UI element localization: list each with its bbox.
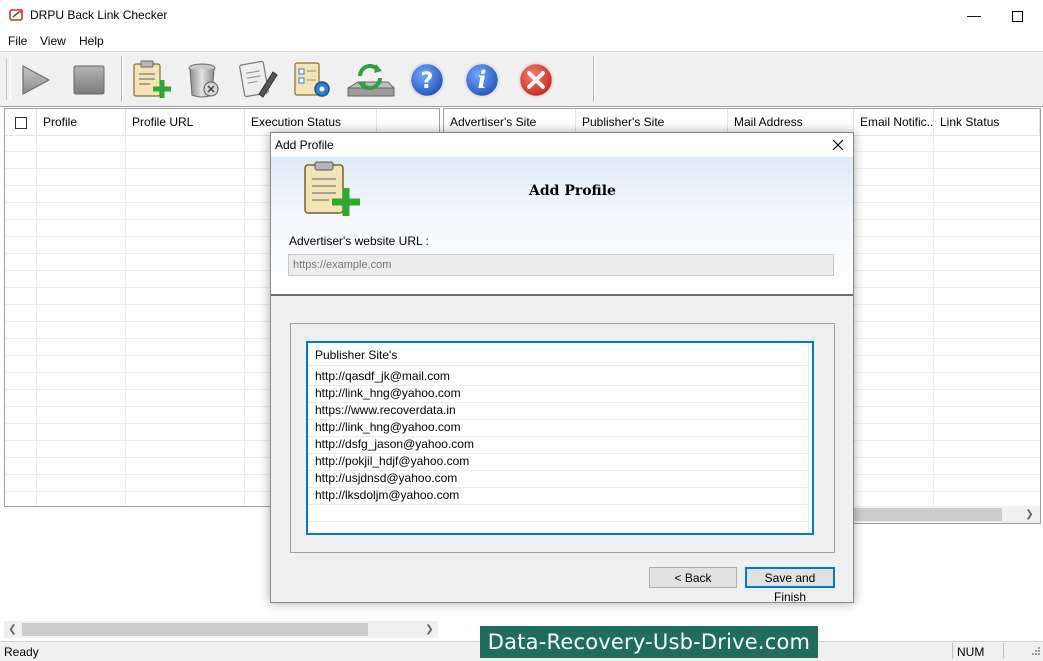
delete-profile-icon [188, 63, 219, 98]
exit-button[interactable] [514, 58, 560, 102]
back-button[interactable]: < Back [649, 567, 737, 588]
num-lock-label: NUM [957, 645, 985, 659]
grid-line [933, 135, 934, 506]
list-item-empty[interactable] [308, 505, 808, 522]
advertiser-url-input[interactable] [288, 254, 834, 276]
col-link-status[interactable]: Link Status [934, 109, 1040, 135]
help-icon: ? [408, 61, 446, 99]
scrollbar-thumb[interactable] [22, 623, 368, 636]
delete-profile-button[interactable] [181, 58, 227, 102]
help-button[interactable]: ? [405, 58, 451, 102]
dialog-title-bar: Add Profile [271, 133, 853, 157]
toolbar-grip [6, 58, 11, 100]
list-item[interactable]: http://usjdnsd@yahoo.com [308, 471, 808, 488]
minimize-button[interactable]: — [951, 0, 997, 31]
toolbar-separator [121, 56, 123, 102]
info-icon: i [463, 61, 501, 99]
list-item[interactable]: http://lksdoljm@yahoo.com [308, 488, 808, 505]
add-profile-icon [304, 161, 360, 216]
title-bar: DRPU Back Link Checker — [0, 0, 1043, 31]
watermark-banner: Data-Recovery-Usb-Drive.com [480, 626, 818, 658]
left-horizontal-scrollbar[interactable]: ❮ ❯ [4, 621, 438, 638]
edit-profile-button[interactable] [235, 58, 281, 102]
svg-text:?: ? [421, 69, 434, 94]
settings-icon [294, 62, 330, 97]
select-all-checkbox[interactable] [15, 116, 27, 129]
settings-button[interactable] [289, 58, 335, 102]
maximize-button[interactable] [994, 0, 1040, 31]
grid-line [125, 135, 126, 506]
col-profile[interactable]: Profile [37, 109, 126, 135]
url-label: Advertiser's website URL : [289, 234, 429, 248]
grid-line [808, 343, 809, 533]
save-and-finish-button[interactable]: Save and Finish [745, 567, 835, 604]
grid-line [36, 135, 37, 506]
scroll-right-icon[interactable]: ❯ [1021, 506, 1038, 523]
info-button[interactable]: i [460, 58, 506, 102]
dialog-heading: Add Profile [529, 183, 616, 199]
close-icon[interactable] [832, 139, 844, 151]
menu-bar: File View Help [0, 31, 1043, 51]
publisher-group-box: Publisher Site's http://qasdf_jk@mail.co… [290, 323, 835, 553]
publisher-rows: http://qasdf_jk@mail.com http://link_hng… [308, 369, 808, 522]
publisher-column-header[interactable]: Publisher Site's [315, 348, 397, 362]
maximize-icon [1011, 10, 1023, 22]
refresh-icon [347, 64, 395, 97]
num-lock-indicator: NUM [952, 643, 1004, 659]
svg-text:i: i [477, 65, 486, 94]
app-icon [9, 9, 23, 21]
publisher-list-header: Publisher Site's [308, 343, 808, 366]
add-profile-button[interactable] [128, 58, 174, 102]
list-item[interactable]: http://qasdf_jk@mail.com [308, 369, 808, 386]
edit-profile-icon [239, 60, 278, 98]
dialog-title: Add Profile [275, 138, 334, 152]
add-profile-icon [133, 60, 171, 98]
select-all-header [5, 109, 37, 135]
list-item[interactable]: http://pokjil_hdjf@yahoo.com [308, 454, 808, 471]
list-item[interactable]: http://dsfg_jason@yahoo.com [308, 437, 808, 454]
menu-view[interactable]: View [40, 34, 66, 48]
add-profile-dialog: Add Profile Add Profile Advertiser's web… [270, 132, 854, 604]
grid-line [244, 135, 245, 506]
stop-button[interactable] [66, 58, 112, 102]
scroll-right-icon[interactable]: ❯ [421, 621, 438, 638]
menu-help[interactable]: Help [79, 34, 104, 48]
exit-icon [517, 61, 555, 99]
status-text: Ready [4, 645, 39, 659]
list-item[interactable]: http://link_hng@yahoo.com [308, 420, 808, 437]
menu-file[interactable]: File [8, 34, 27, 48]
toolbar-separator [593, 56, 595, 102]
publisher-sites-list[interactable]: Publisher Site's http://qasdf_jk@mail.co… [306, 341, 814, 535]
scroll-left-icon[interactable]: ❮ [4, 621, 21, 638]
dialog-header: Add Profile Advertiser's website URL : [271, 157, 853, 296]
start-button[interactable] [13, 58, 59, 102]
col-profile-url[interactable]: Profile URL [126, 109, 245, 135]
resize-grip-icon[interactable] [1028, 645, 1041, 658]
stop-icon [73, 65, 105, 95]
list-item[interactable]: https://www.recoverdata.in [308, 403, 808, 420]
col-email-notification[interactable]: Email Notific... [854, 109, 934, 135]
refresh-button[interactable] [344, 58, 395, 102]
window-title: DRPU Back Link Checker [30, 8, 168, 22]
list-item[interactable]: http://link_hng@yahoo.com [308, 386, 808, 403]
toolbar: ? i [0, 51, 1043, 107]
play-icon [22, 64, 51, 96]
